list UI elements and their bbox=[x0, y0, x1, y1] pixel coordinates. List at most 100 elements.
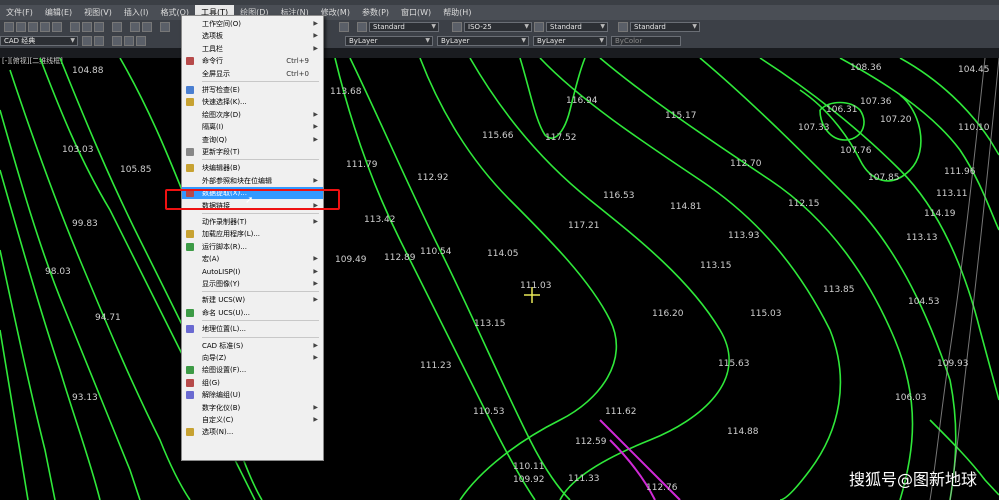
elevation-label: 107.20 bbox=[880, 115, 912, 125]
tools-menu-item[interactable]: 地理位置(L)... bbox=[182, 323, 323, 335]
match-properties-icon[interactable] bbox=[112, 22, 122, 32]
tools-menu-item[interactable]: 自定义(C) ▶ bbox=[182, 414, 323, 426]
color-select[interactable]: ByLayer ▼ bbox=[345, 36, 433, 46]
plot-preview-icon[interactable] bbox=[52, 22, 62, 32]
menu-item-label: 工作空间(O) bbox=[202, 20, 241, 28]
print-icon[interactable] bbox=[40, 22, 50, 32]
elevation-label: 110.53 bbox=[473, 407, 505, 417]
tools-menu-item[interactable]: 查询(Q) ▶ bbox=[182, 134, 323, 146]
submenu-arrow-icon: ▶ bbox=[313, 280, 318, 287]
menu-item-label: 更新字段(T) bbox=[202, 148, 240, 156]
menu-9[interactable]: 参数(P) bbox=[356, 5, 395, 20]
update-field-icon bbox=[186, 148, 194, 156]
undo-icon[interactable] bbox=[130, 22, 140, 32]
workspace-settings-icon[interactable] bbox=[82, 36, 92, 46]
elevation-label: 113.42 bbox=[364, 215, 396, 225]
viewport-label[interactable]: [-][俯视][二维线框] bbox=[0, 48, 999, 65]
menu-item-label: 自定义(C) bbox=[202, 416, 234, 424]
tools-menu-item[interactable]: 加载应用程序(L)... bbox=[182, 228, 323, 240]
lineweight-select[interactable]: ByLayer ▼ bbox=[533, 36, 607, 46]
redo-icon[interactable] bbox=[142, 22, 152, 32]
menu-item-label: 动作录制器(T) bbox=[202, 218, 247, 226]
tools-menu-item[interactable]: 运行脚本(R)... bbox=[182, 241, 323, 253]
tools-menu-item[interactable]: 外部参照和块在位编辑 ▶ bbox=[182, 175, 323, 187]
menu-11[interactable]: 帮助(H) bbox=[437, 5, 477, 20]
tools-menu-item[interactable]: 隔离(I) ▶ bbox=[182, 121, 323, 133]
tools-menu-item[interactable]: 绘图设置(F)... bbox=[182, 364, 323, 376]
pan-icon[interactable] bbox=[160, 22, 170, 32]
tools-menu-item[interactable]: 解除编组(U) bbox=[182, 389, 323, 401]
elevation-label: 107.36 bbox=[860, 97, 892, 107]
elevation-label: 116.53 bbox=[603, 191, 635, 201]
table-style-select[interactable]: Standard ▼ bbox=[546, 22, 608, 32]
menu-0[interactable]: 文件(F) bbox=[0, 5, 39, 20]
tools-menu-item[interactable]: 工作空间(O) ▶ bbox=[182, 18, 323, 30]
tools-menu-item[interactable]: 新建 UCS(W) ▶ bbox=[182, 294, 323, 306]
tools-menu-item[interactable]: 快速选择(K)... bbox=[182, 96, 323, 108]
submenu-arrow-icon: ▶ bbox=[313, 354, 318, 361]
submenu-arrow-icon: ▶ bbox=[313, 255, 318, 263]
sun-icon[interactable] bbox=[124, 36, 134, 46]
elevation-label: 104.53 bbox=[908, 297, 940, 307]
tools-menu-item[interactable]: 显示图像(Y) ▶ bbox=[182, 278, 323, 290]
tools-menu-item[interactable]: 工具栏 ▶ bbox=[182, 43, 323, 55]
tools-menu-item[interactable]: 命名 UCS(U)... bbox=[182, 307, 323, 319]
tools-menu-item[interactable]: 动作录制器(T) ▶ bbox=[182, 216, 323, 228]
menu-2[interactable]: 视图(V) bbox=[78, 5, 118, 20]
menu-item-label: 快速选择(K)... bbox=[202, 98, 247, 107]
plot-style-select[interactable]: ByColor bbox=[611, 36, 681, 46]
submenu-arrow-icon: ▶ bbox=[313, 20, 318, 27]
table-style-icon[interactable] bbox=[534, 22, 544, 32]
elevation-label: 112.70 bbox=[730, 159, 762, 169]
tools-menu-item[interactable]: AutoLISP(I) ▶ bbox=[182, 266, 323, 278]
multileader-style-select[interactable]: Standard ▼ bbox=[630, 22, 700, 32]
cut-icon[interactable] bbox=[70, 22, 80, 32]
tools-menu-item[interactable]: 全屏显示 Ctrl+0 bbox=[182, 68, 323, 80]
tools-menu-item[interactable]: 向导(Z) ▶ bbox=[182, 352, 323, 364]
dim-style-icon[interactable] bbox=[452, 22, 462, 32]
menu-3[interactable]: 插入(I) bbox=[118, 5, 155, 20]
submenu-arrow-icon: ▶ bbox=[313, 416, 318, 423]
elevation-label: 114.05 bbox=[487, 249, 519, 259]
elevation-label: 112.89 bbox=[384, 253, 416, 263]
menu-item-label: 解除编组(U) bbox=[202, 391, 241, 400]
dim-style-select[interactable]: ISO-25 ▼ bbox=[464, 22, 532, 32]
menu-item-label: 加载应用程序(L)... bbox=[202, 230, 261, 239]
tools-menu-item[interactable]: 绘图次序(D) ▶ bbox=[182, 109, 323, 121]
tools-menu-item[interactable]: 拼写检查(E) bbox=[182, 84, 323, 96]
tools-menu-item[interactable]: CAD 标准(S) ▶ bbox=[182, 340, 323, 352]
tools-menu-item[interactable]: 宏(A) ▶ bbox=[182, 253, 323, 265]
named-ucs-icon bbox=[186, 308, 194, 317]
tools-menu-item[interactable]: 更新字段(T) bbox=[182, 146, 323, 158]
menu-10[interactable]: 窗口(W) bbox=[395, 5, 437, 20]
menu-1[interactable]: 编辑(E) bbox=[39, 5, 78, 20]
copy-icon[interactable] bbox=[82, 22, 92, 32]
layer-state-icon[interactable] bbox=[112, 36, 122, 46]
linetype-select[interactable]: ByLayer ▼ bbox=[437, 36, 529, 46]
menu-item-label: 显示图像(Y) bbox=[202, 280, 240, 288]
tools-menu-item[interactable]: 命令行 Ctrl+9 bbox=[182, 55, 323, 67]
layer-manager-icon[interactable] bbox=[94, 36, 104, 46]
text-style-icon[interactable] bbox=[357, 22, 367, 32]
menu-item-shortcut: Ctrl+0 bbox=[286, 69, 309, 78]
save-icon[interactable] bbox=[28, 22, 38, 32]
open-file-icon[interactable] bbox=[16, 22, 26, 32]
tools-menu-item[interactable]: 组(G) bbox=[182, 377, 323, 389]
drawing-canvas[interactable]: 104.88 103.03 105.85 99.83 98.03 94.71 93.13 11… bbox=[0, 58, 999, 500]
lock-icon[interactable] bbox=[136, 36, 146, 46]
tools-menu-item[interactable]: 数字化仪(B) ▶ bbox=[182, 402, 323, 414]
multileader-style-icon[interactable] bbox=[618, 22, 628, 32]
menu-item-label: 数字化仪(B) bbox=[202, 403, 241, 412]
tools-menu-item[interactable]: 选项(N)... bbox=[182, 426, 323, 438]
elevation-label: 113.68 bbox=[330, 87, 362, 97]
workspace-select[interactable]: CAD 经典 ▼ bbox=[0, 36, 78, 46]
menu-item-label: 外部参照和块在位编辑 bbox=[202, 176, 272, 185]
menu-item-shortcut: Ctrl+9 bbox=[286, 57, 309, 66]
paste-icon[interactable] bbox=[94, 22, 104, 32]
help-icon[interactable] bbox=[339, 22, 349, 32]
tools-menu-item[interactable]: 选项板 ▶ bbox=[182, 30, 323, 42]
text-style-select[interactable]: Standard ▼ bbox=[369, 22, 439, 32]
new-file-icon[interactable] bbox=[4, 22, 14, 32]
tools-menu-item[interactable]: 块编辑器(B) bbox=[182, 162, 323, 174]
elevation-label: 114.81 bbox=[670, 202, 702, 212]
